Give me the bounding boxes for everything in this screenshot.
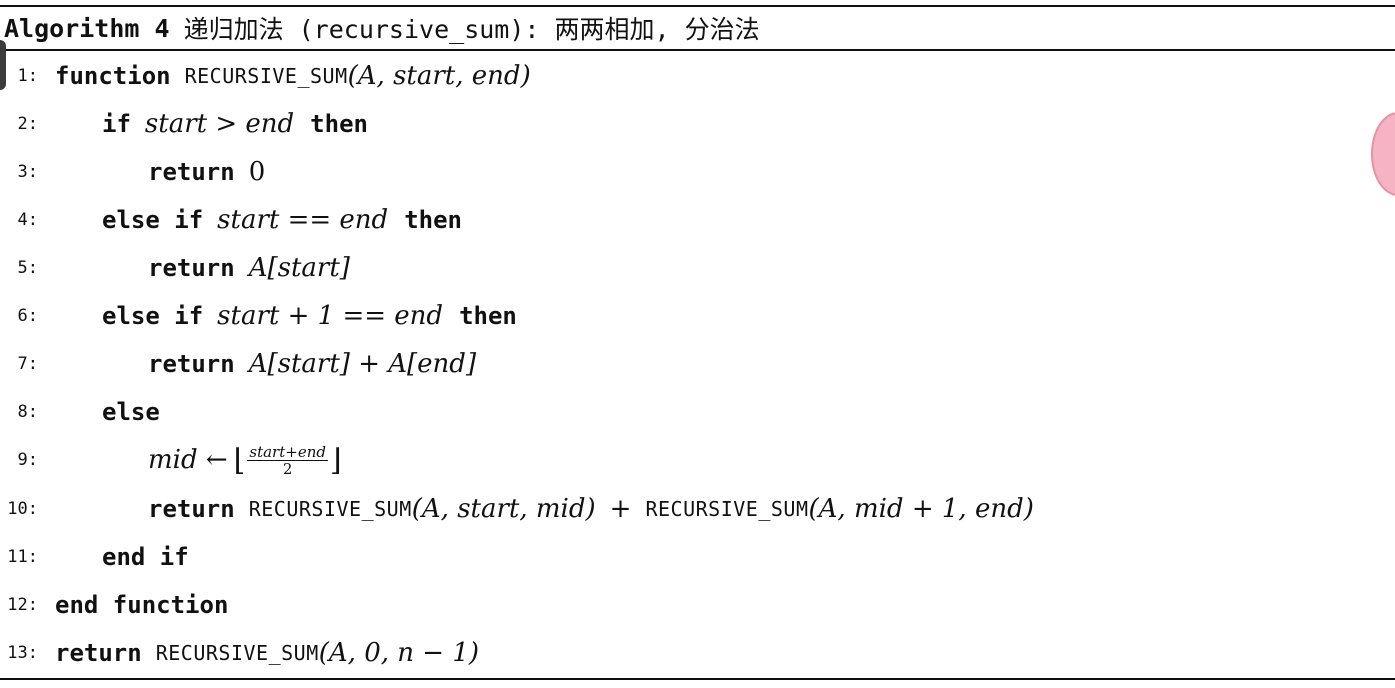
procedure-name: RECURSIVE_SUM xyxy=(155,641,319,665)
procedure-name: RECURSIVE_SUM xyxy=(645,497,809,521)
code-line: 5: return A[start] xyxy=(0,244,350,292)
keyword: then xyxy=(459,302,517,330)
code-line: 2: if start > end then xyxy=(0,100,368,148)
line-number: 11: xyxy=(7,547,38,567)
keyword: else if xyxy=(102,206,204,234)
code-line: 1: function RECURSIVE_SUM (A, start, end… xyxy=(0,52,531,100)
keyword: then xyxy=(310,110,368,138)
code-line: 3: return 0 xyxy=(0,148,266,196)
math-expression: (A, start, mid) xyxy=(411,494,596,524)
algorithm-title: 递归加法 (recursive_sum): 两两相加, 分治法 xyxy=(183,15,760,44)
keyword: if xyxy=(102,110,131,138)
keyword: then xyxy=(404,206,462,234)
math-expression: mid ← xyxy=(148,445,228,475)
math-operator: + xyxy=(609,494,632,524)
fraction: start+end 2 xyxy=(247,444,328,477)
floating-pink-button[interactable] xyxy=(1371,112,1395,196)
code-line: 13: return RECURSIVE_SUM (A, 0, n − 1) xyxy=(0,629,479,677)
math-expression: start > end xyxy=(144,109,295,139)
code-line: 9: mid ← ⌊ start+end 2 ⌋ xyxy=(0,436,342,484)
math-expression: (A, start, end) xyxy=(347,61,531,91)
code-line: 4: else if start == end then xyxy=(0,196,462,244)
math-expression: A[start] xyxy=(248,253,350,283)
keyword: return xyxy=(148,158,235,186)
keyword: end function xyxy=(55,591,229,619)
keyword: else xyxy=(102,398,160,426)
top-rule xyxy=(0,5,1395,7)
floor-right: ⌋ xyxy=(329,442,342,478)
line-number: 10: xyxy=(7,499,38,519)
line-number: 12: xyxy=(7,595,38,615)
fraction-denominator: 2 xyxy=(282,459,293,478)
line-number: 2: xyxy=(17,114,38,134)
code-line: 6: else if start + 1 == end then xyxy=(0,292,517,340)
code-line: 10: return RECURSIVE_SUM (A, start, mid)… xyxy=(0,485,1034,533)
line-number: 9: xyxy=(17,450,38,470)
code-line: 12: end function xyxy=(0,581,242,629)
line-number: 6: xyxy=(17,306,38,326)
keyword: return xyxy=(148,350,235,378)
bottom-rule xyxy=(0,678,1395,680)
line-number: 7: xyxy=(17,354,38,374)
math-expression: (A, mid + 1, end) xyxy=(808,494,1034,524)
line-number: 1: xyxy=(17,66,38,86)
line-number: 5: xyxy=(17,258,38,278)
header-rule xyxy=(0,49,1395,51)
math-expression: start == end xyxy=(217,205,389,235)
line-number: 3: xyxy=(17,162,38,182)
algorithm-header: Algorithm 4 递归加法 (recursive_sum): 两两相加, … xyxy=(4,8,760,48)
math-expression: (A, 0, n − 1) xyxy=(318,638,480,668)
algorithm-label: Algorithm 4 xyxy=(4,13,170,43)
keyword: end if xyxy=(102,543,189,571)
keyword: return xyxy=(148,254,235,282)
procedure-name: RECURSIVE_SUM xyxy=(248,497,412,521)
keyword: function xyxy=(55,62,171,90)
keyword: return xyxy=(55,639,142,667)
floor-left: ⌊ xyxy=(233,442,246,478)
keyword: else if xyxy=(102,302,204,330)
code-line: 11: end if xyxy=(0,533,203,581)
procedure-name: RECURSIVE_SUM xyxy=(184,64,348,88)
math-expression: A[start] + A[end] xyxy=(248,349,477,379)
line-number: 13: xyxy=(7,643,38,663)
keyword: return xyxy=(148,495,235,523)
line-number: 8: xyxy=(17,402,38,422)
math-expression: 0 xyxy=(248,157,266,187)
code-line: 7: return A[start] + A[end] xyxy=(0,340,477,388)
fraction-numerator: start+end xyxy=(247,442,328,461)
math-expression: start + 1 == end xyxy=(217,301,444,331)
line-number: 4: xyxy=(17,210,38,230)
code-line: 8: else xyxy=(0,388,174,436)
